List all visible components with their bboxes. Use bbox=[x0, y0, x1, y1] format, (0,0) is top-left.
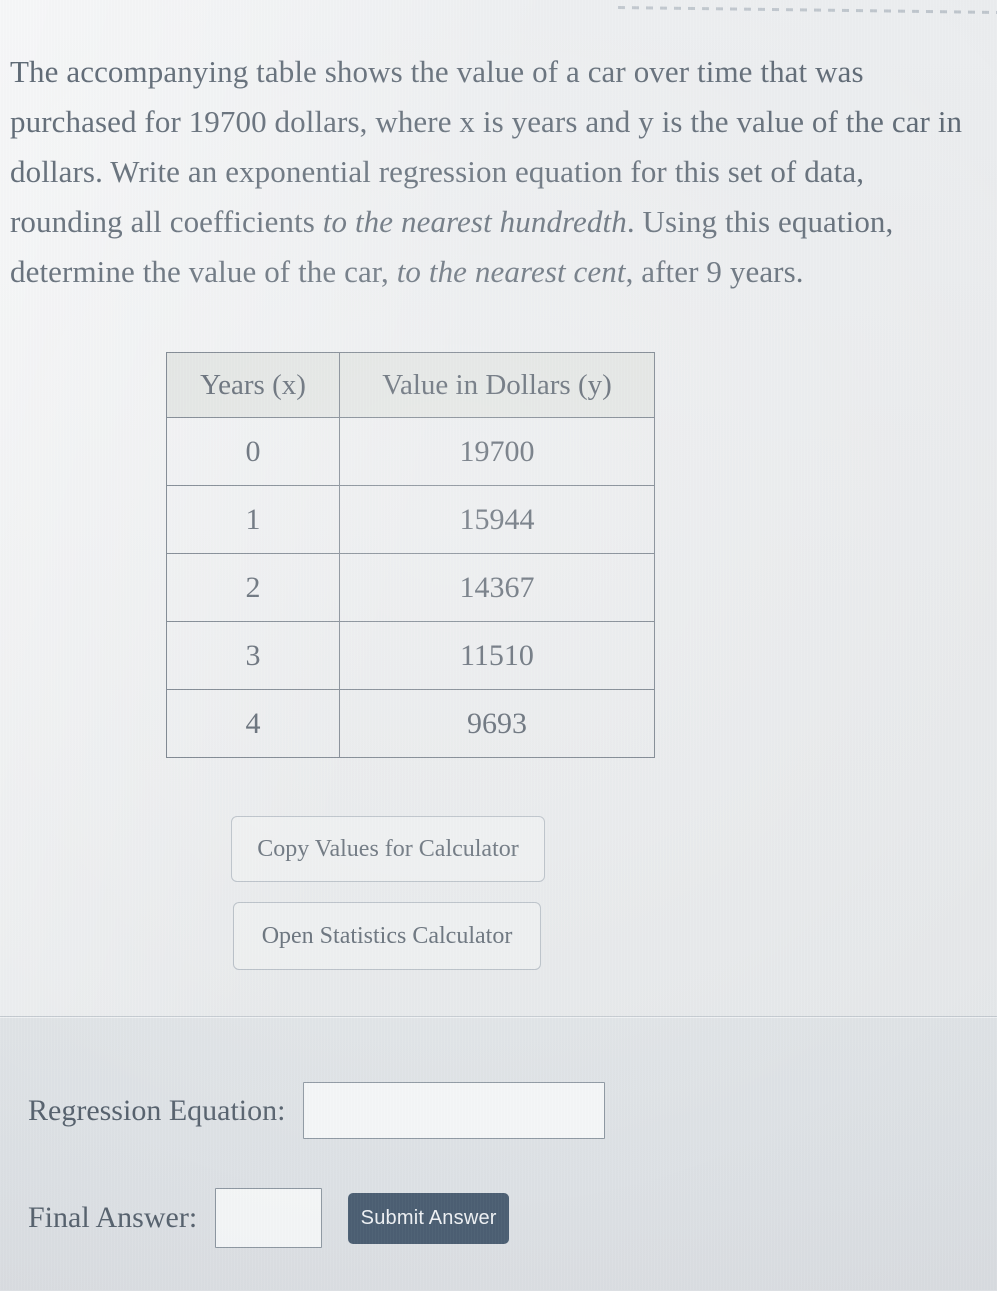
table-header-years: Years (x) bbox=[166, 352, 340, 418]
question-text: The accompanying table shows the value o… bbox=[10, 47, 975, 297]
table-row: 2 14367 bbox=[166, 553, 655, 622]
table-row: 0 19700 bbox=[166, 417, 655, 486]
table-row: 3 11510 bbox=[166, 621, 655, 690]
submit-answer-button[interactable]: Submit Answer bbox=[348, 1192, 510, 1244]
cell-years: 1 bbox=[166, 485, 340, 554]
copy-values-for-calculator-button[interactable]: Copy Values for Calculator bbox=[231, 816, 545, 882]
cell-years: 3 bbox=[166, 621, 340, 690]
table-row: 1 15944 bbox=[166, 485, 655, 554]
final-answer-input[interactable] bbox=[215, 1188, 323, 1248]
regression-equation-row: Regression Equation: bbox=[28, 1082, 606, 1139]
final-answer-label: Final Answer: bbox=[28, 1201, 198, 1234]
table-row: 4 9693 bbox=[166, 689, 655, 758]
cell-value: 11510 bbox=[339, 621, 655, 690]
open-statistics-calculator-button[interactable]: Open Statistics Calculator bbox=[233, 902, 541, 970]
cell-value: 14367 bbox=[339, 553, 655, 622]
final-answer-row: Final Answer: Submit Answer bbox=[28, 1188, 510, 1248]
cell-value: 15944 bbox=[339, 485, 655, 554]
cell-years: 2 bbox=[166, 553, 340, 622]
cell-years: 0 bbox=[166, 417, 340, 486]
table-header-row: Years (x) Value in Dollars (y) bbox=[166, 352, 655, 418]
cell-value: 19700 bbox=[339, 417, 655, 486]
car-value-table: Years (x) Value in Dollars (y) 0 19700 1… bbox=[166, 352, 655, 758]
cell-years: 4 bbox=[166, 689, 340, 758]
regression-equation-label: Regression Equation: bbox=[28, 1093, 286, 1127]
answer-panel bbox=[0, 1016, 997, 1291]
table-header-value: Value in Dollars (y) bbox=[339, 352, 655, 418]
question-emphasis-cent: to the nearest cent bbox=[396, 254, 626, 289]
question-segment-3: , after 9 years. bbox=[625, 254, 804, 289]
cell-value: 9693 bbox=[339, 689, 655, 758]
question-emphasis-hundredth: to the nearest hundredth bbox=[322, 204, 627, 239]
regression-equation-input[interactable] bbox=[303, 1082, 606, 1139]
